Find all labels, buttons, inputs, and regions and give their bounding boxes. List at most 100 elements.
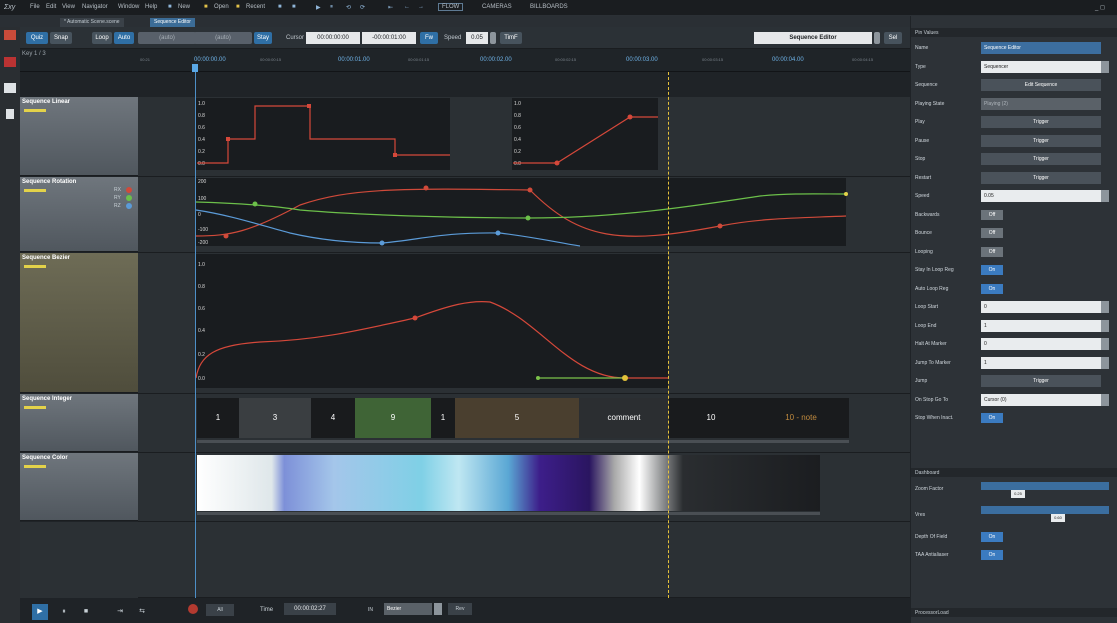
integer-segment[interactable]: 10	[669, 398, 753, 438]
window-controls[interactable]: _ ◻	[1095, 4, 1105, 11]
pin-label: Jump	[915, 378, 928, 384]
rx-key	[527, 187, 533, 193]
bezier-curve	[195, 300, 668, 379]
pin-row: Restart Trigger	[911, 170, 1117, 187]
pin-toggle[interactable]: On	[981, 265, 1003, 275]
pin-value[interactable]: 0	[981, 338, 1101, 350]
pin-row: Stop Trigger	[911, 151, 1117, 168]
vres-slider[interactable]	[981, 506, 1109, 514]
pin-value[interactable]: Sequencer	[981, 60, 1101, 73]
rx-key	[223, 233, 229, 239]
linear-key	[554, 160, 560, 166]
linear-curve-2	[513, 116, 658, 164]
pin-value[interactable]: 0.05	[981, 190, 1101, 202]
color-gradient[interactable]	[197, 455, 820, 511]
pin-toggle[interactable]: Off	[981, 228, 1003, 238]
spinner-icon[interactable]	[1101, 356, 1109, 369]
pause-button[interactable]: ⏸	[56, 604, 72, 620]
pin-value[interactable]: Cursor (0)	[981, 393, 1101, 406]
integer-segment[interactable]: 9	[355, 398, 431, 438]
rev-button[interactable]: Rev	[448, 603, 472, 615]
pin-value[interactable]: Trigger	[981, 153, 1101, 165]
time-field[interactable]: 00:00:02:27	[284, 603, 336, 615]
pin-value[interactable]: 0	[981, 301, 1101, 313]
spinner-icon[interactable]	[1101, 301, 1109, 313]
integer-key-bar[interactable]	[197, 440, 849, 443]
dof-toggle[interactable]: On	[981, 532, 1003, 542]
integer-segment[interactable]: 1	[431, 398, 455, 438]
rx-key	[717, 223, 723, 229]
pin-row: Loop Start 0	[911, 299, 1117, 316]
pin-value[interactable]: Trigger	[981, 171, 1101, 184]
dashboard-title: Dashboard	[911, 468, 1117, 477]
ry-key	[525, 215, 531, 221]
integer-segment[interactable]: 1	[197, 398, 239, 438]
integer-segment[interactable]: 5	[455, 398, 579, 438]
app-window: Ʃxy File Edit View Navigator Window Help…	[0, 0, 1117, 623]
rz-key	[495, 230, 501, 236]
pin-row: Halt At Marker 0	[911, 336, 1117, 353]
pin-value[interactable]: Edit Sequence	[981, 79, 1101, 91]
spinner-icon[interactable]	[1101, 338, 1109, 350]
spinner-icon[interactable]	[1101, 319, 1109, 332]
pin-toggle[interactable]: Off	[981, 246, 1003, 257]
playhead-line[interactable]	[668, 72, 669, 598]
interpolation-select[interactable]: Bezier	[384, 603, 432, 615]
transport-bar: ▶ ⏸ ■ ⇥ ⇆ All Time 00:00:02:27 IN Bezier…	[20, 598, 910, 623]
record-button[interactable]	[188, 604, 198, 614]
pin-label: Backwards	[915, 211, 940, 218]
dof-label: Depth Of Field	[915, 534, 948, 540]
pin-value[interactable]: Sequence Editor	[981, 42, 1101, 54]
pin-toggle[interactable]: Off	[981, 209, 1003, 220]
pin-value[interactable]: 1	[981, 356, 1101, 369]
linear-key	[393, 153, 397, 157]
pin-label: Restart	[915, 174, 932, 181]
pin-label: Looping	[915, 248, 933, 255]
integer-segment[interactable]: 3	[239, 398, 311, 438]
play-button[interactable]: ▶	[32, 604, 48, 620]
pin-label: Type	[915, 63, 926, 70]
pin-row: Type Sequencer	[911, 59, 1117, 76]
pin-label: Playing State	[915, 100, 945, 107]
pin-label: Stop When Inact.	[915, 415, 954, 421]
spinner-icon[interactable]	[1101, 393, 1109, 406]
pin-label: Sequence	[915, 82, 938, 88]
pin-label: Speed	[915, 193, 930, 199]
integer-comment-segment[interactable]: comment	[579, 398, 669, 438]
pin-toggle[interactable]: On	[981, 413, 1003, 423]
pin-values-panel: Pin Values Name Sequence Editor Type Sequen…	[911, 16, 1117, 623]
pin-row: Stay In Loop Reg On	[911, 262, 1117, 279]
integer-segment[interactable]: 4	[311, 398, 355, 438]
ry-key	[252, 201, 258, 207]
processor-title: ProcessorLoad	[911, 608, 1117, 617]
color-key-bar[interactable]	[197, 512, 820, 515]
all-button[interactable]: All	[206, 604, 234, 616]
pin-row: Speed 0.05	[911, 188, 1117, 205]
ry-curve	[195, 193, 847, 219]
interpolation-dropdown-arrow[interactable]	[434, 603, 442, 615]
pin-value[interactable]: 1	[981, 319, 1101, 332]
pin-label: Stay In Loop Reg	[915, 267, 954, 273]
stop-button[interactable]: ■	[78, 604, 94, 620]
zoom-slider[interactable]	[981, 482, 1109, 490]
pin-value[interactable]: Trigger	[981, 134, 1101, 147]
pin-value[interactable]: Trigger	[981, 375, 1101, 387]
spinner-icon[interactable]	[1101, 190, 1109, 202]
pin-toggle[interactable]: On	[981, 283, 1003, 294]
pin-value[interactable]: Playing (2)	[981, 97, 1101, 110]
spinner-icon[interactable]	[1101, 60, 1109, 73]
pin-row: Bounce Off	[911, 225, 1117, 242]
swap-button[interactable]: ⇆	[134, 604, 150, 620]
pin-row: Jump To Marker 1	[911, 355, 1117, 372]
zoom-value: 0.25	[1011, 490, 1025, 498]
bezier-key	[412, 315, 418, 321]
in-label: IN	[368, 607, 373, 613]
loop-range-button[interactable]: ⇥	[112, 604, 128, 620]
pin-label: Loop Start	[915, 304, 939, 310]
pin-value[interactable]: Trigger	[981, 116, 1101, 128]
pin-label: On Stop Go To	[915, 396, 948, 403]
integer-note-segment[interactable]: 10 - note	[753, 398, 849, 438]
pin-row: Stop When Inact. On	[911, 410, 1117, 427]
pin-row: Name Sequence Editor	[911, 40, 1117, 57]
taa-toggle[interactable]: On	[981, 550, 1003, 560]
